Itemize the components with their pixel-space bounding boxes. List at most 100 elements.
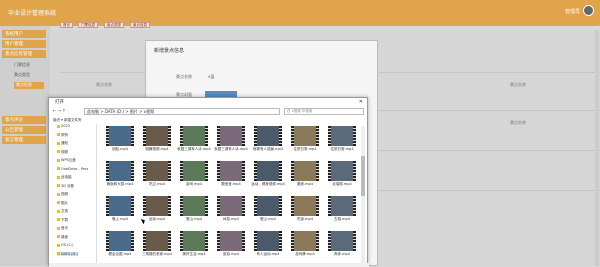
tree-item[interactable]: 图片 (57, 201, 68, 206)
file-name: 住院日常.mp4 (330, 147, 354, 151)
tree-item[interactable]: 文档 (57, 209, 68, 214)
tree-item[interactable]: 3D 对象 (57, 184, 74, 189)
tree-item[interactable]: 音乐 (57, 226, 68, 231)
menu-item[interactable]: 景点评论 (2, 116, 46, 124)
file-item[interactable]: 跳舞视频.mp4 (138, 126, 176, 160)
table-cell: 景点名称 (510, 82, 526, 87)
file-name: 吃饭.mp4 (297, 217, 313, 221)
menu-item[interactable]: 公告管理 (2, 126, 46, 134)
file-item[interactable]: 三角楼的老家.mp4 (138, 231, 176, 265)
file-item[interactable]: 吃过.mp4 (138, 161, 176, 195)
scroll-thumb[interactable] (361, 156, 365, 196)
file-item[interactable]: 划船.mp4 (101, 126, 139, 160)
menu-item[interactable]: 系统用户 (2, 30, 46, 38)
file-item[interactable]: 秋园三湖有人泳.mp4 (212, 126, 250, 160)
file-item[interactable]: 北瑞爬.mp4 (323, 161, 361, 195)
folder-icon (57, 175, 60, 179)
page-scrollbar[interactable] (595, 30, 599, 266)
tree-item-label: 视频 (61, 192, 68, 196)
folder-icon (57, 133, 60, 136)
close-icon[interactable]: ✕ (359, 99, 363, 105)
menu-item[interactable]: 用户管理 (2, 40, 46, 48)
tree-item[interactable]: WPS云盘 (57, 158, 76, 163)
tree-item[interactable]: OS (C:) (57, 243, 73, 247)
tree-item[interactable]: 桌面 (57, 235, 68, 240)
sub-menu-item-active[interactable]: 景点信息 (14, 82, 44, 89)
field-label: 景点名称 (176, 74, 192, 79)
file-name: 搬家.mp4 (297, 182, 313, 186)
file-item[interactable]: 吃饭.mp4 (286, 196, 324, 230)
video-thumbnail-icon (143, 161, 171, 181)
menu-item[interactable]: 景点信息管理 (2, 50, 46, 58)
tree-item[interactable]: 此电脑 (57, 175, 72, 180)
tree-item-label: 图片 (61, 200, 68, 205)
file-name: 宿雾有人观景.mp4 (253, 147, 283, 151)
tree-item[interactable]: 采购 (57, 133, 68, 138)
organize-toolbar[interactable]: 组织 ▾ 新建文件夹 (53, 118, 81, 123)
sub-menu-item[interactable]: 门票信息 (14, 62, 44, 69)
file-item[interactable]: 运动、健身视频.mp4 (249, 161, 287, 195)
nav-arrows-icon[interactable]: ← → ↑ (53, 108, 66, 113)
file-item[interactable]: 有人运动.mp4 (249, 231, 287, 265)
video-thumbnail-icon (328, 126, 356, 146)
video-thumbnail-icon (106, 161, 134, 181)
sub-menu-item[interactable]: 景点类型 (14, 72, 44, 79)
video-thumbnail-icon (254, 196, 282, 216)
video-thumbnail-icon (180, 196, 208, 216)
file-item[interactable]: 晚饭和大厨.mp4 (101, 161, 139, 195)
file-item[interactable]: 住院日常.mp4 (286, 126, 324, 160)
video-thumbnail-icon (106, 196, 134, 216)
tree-item[interactable]: 视频 (57, 192, 68, 197)
folder-icon (57, 158, 60, 162)
folder-icon (57, 150, 60, 153)
video-thumbnail-icon (291, 126, 319, 146)
table-cell: 景点名称 (510, 120, 526, 125)
folder-icon (57, 226, 60, 230)
file-name: 游戏.mp4 (186, 182, 202, 186)
tab-active[interactable]: 景点信息 (130, 22, 150, 28)
file-grid: 划船.mp4 跳舞视频.mp4 秋园三湖有人泳.mp4 秋园三湖有人泳.mp4 宿雾有人… (101, 126, 359, 264)
avatar[interactable] (583, 5, 594, 16)
search-input[interactable]: 在 x视频 中搜索 (284, 108, 364, 115)
tree-item[interactable]: DATA (D:) (57, 251, 78, 256)
file-name: 秋园三湖有人泳.mp4 (177, 147, 211, 151)
video-thumbnail-icon (291, 161, 319, 181)
file-scrollbar[interactable] (361, 126, 365, 264)
tree-item[interactable]: OneDrive - Pers (57, 167, 88, 171)
tree-item[interactable]: 通知 (57, 141, 68, 146)
folder-icon (57, 184, 60, 187)
tree-item[interactable]: 2023 (57, 124, 70, 128)
tab[interactable]: 门票信息 (78, 22, 98, 28)
folder-icon (57, 218, 60, 221)
file-item[interactable]: 旅游.mp4 (212, 231, 250, 265)
file-item[interactable]: 秋园三湖有人泳.mp4 (175, 126, 213, 160)
nav-tree: 2023 采购 通知 视频 WPS云盘 OneDrive - Pers 此电脑 3D 对象 视频… (51, 124, 97, 264)
file-item[interactable]: 美好生活.mp4 (175, 231, 213, 265)
tree-item[interactable]: 下载 (57, 218, 68, 223)
file-item[interactable]: 住院日常.mp4 (323, 126, 361, 160)
user-name[interactable]: 管理员 (565, 8, 580, 15)
file-item[interactable]: 古城.mp4 (323, 196, 361, 230)
file-item[interactable]: 奔奔.mp4 (323, 231, 361, 265)
file-item[interactable]: 游戏蜂.mp4 (286, 231, 324, 265)
tree-item-label: 2023 (61, 124, 70, 128)
file-item[interactable]: 登山.mp4 (175, 196, 213, 230)
file-item[interactable]: 游戏.mp4 (175, 161, 213, 195)
file-open-dialog: 打开 ✕ ← → ↑ 此电脑 > DATA (D:) > 图片 > x视频 在 … (48, 97, 369, 267)
menu-item[interactable]: 留言管理 (2, 136, 46, 144)
tab-home[interactable]: 首页 (60, 22, 73, 28)
video-thumbnail-icon (217, 161, 245, 181)
file-name: 美好生活.mp4 (182, 252, 206, 256)
file-item[interactable]: 跟宝宝.mp4 (212, 161, 250, 195)
file-item[interactable]: 休息.mp4 (212, 196, 250, 230)
file-item[interactable]: 晚上.mp4 (101, 196, 139, 230)
file-item[interactable]: 宿雾有人观景.mp4 (249, 126, 287, 160)
file-item[interactable]: 看会议图.mp4 (101, 231, 139, 265)
tree-item[interactable]: 视频 (57, 150, 68, 155)
file-item[interactable]: 搬家.mp4 (286, 161, 324, 195)
tab[interactable]: 景点类型 (104, 22, 124, 28)
field-value[interactable]: x值 (208, 74, 214, 80)
address-bar[interactable]: 此电脑 > DATA (D:) > 图片 > x视频 (84, 108, 280, 115)
file-item[interactable]: 登山.mp4 (249, 196, 287, 230)
file-item[interactable]: 运动.mp4 (138, 196, 176, 230)
